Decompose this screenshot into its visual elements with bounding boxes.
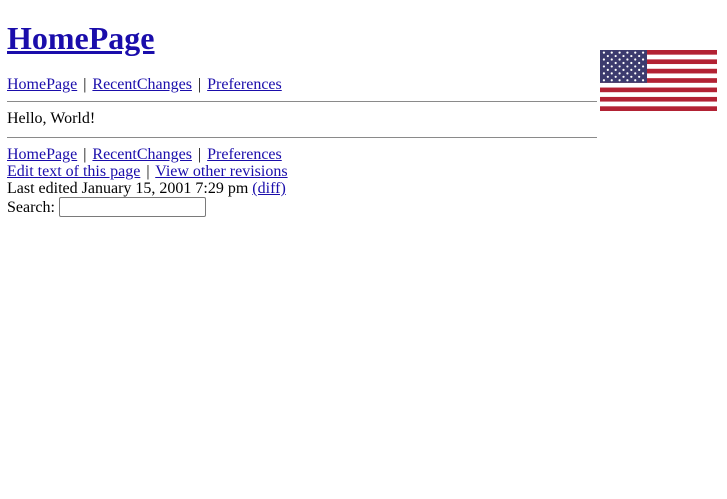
diff-link[interactable]: (diff) — [252, 180, 285, 197]
nav-bottom-homepage-link[interactable]: HomePage — [7, 146, 77, 163]
page-content: Hello, World! — [7, 110, 96, 127]
nav-bottom-preferences-link[interactable]: Preferences — [207, 146, 282, 163]
nav-separator: | — [197, 146, 202, 163]
nav-top-preferences-link[interactable]: Preferences — [207, 76, 282, 93]
bottom-divider — [7, 137, 597, 138]
page-title-link[interactable]: HomePage — [7, 20, 155, 56]
edit-info: Last edited January 15, 2001 7:29 pm (di… — [7, 180, 599, 197]
nav-top-recentchanges-link[interactable]: RecentChanges — [92, 76, 192, 93]
nav-separator: | — [197, 76, 202, 93]
edit-page-link[interactable]: Edit text of this page — [7, 163, 140, 180]
last-edited-text: Last edited January 15, 2001 7:29 pm — [7, 180, 249, 197]
search-input[interactable] — [58, 197, 206, 217]
nav-separator: | — [83, 76, 87, 93]
actions-separator: | — [146, 163, 150, 180]
nav-bottom-recentchanges-link[interactable]: RecentChanges — [92, 146, 192, 163]
top-navigation: HomePage | RecentChanges | Preferences — [7, 75, 599, 95]
page-actions: Edit text of this page | View other revi… — [7, 163, 599, 180]
wiki-page: HomePage HomePage | RecentChanges | Pref… — [7, 0, 599, 217]
page-footer: HomePage | RecentChanges | Preferences E… — [7, 146, 599, 217]
search-form: Search: — [7, 197, 599, 217]
top-divider — [7, 101, 597, 102]
nav-top-homepage-link[interactable]: HomePage — [7, 76, 77, 93]
nav-separator: | — [83, 146, 87, 163]
bottom-navigation: HomePage | RecentChanges | Preferences — [7, 146, 599, 163]
view-revisions-link[interactable]: View other revisions — [155, 163, 287, 180]
us-flag-icon — [600, 50, 717, 111]
page-title: HomePage — [7, 18, 599, 58]
search-label: Search: — [7, 198, 55, 216]
